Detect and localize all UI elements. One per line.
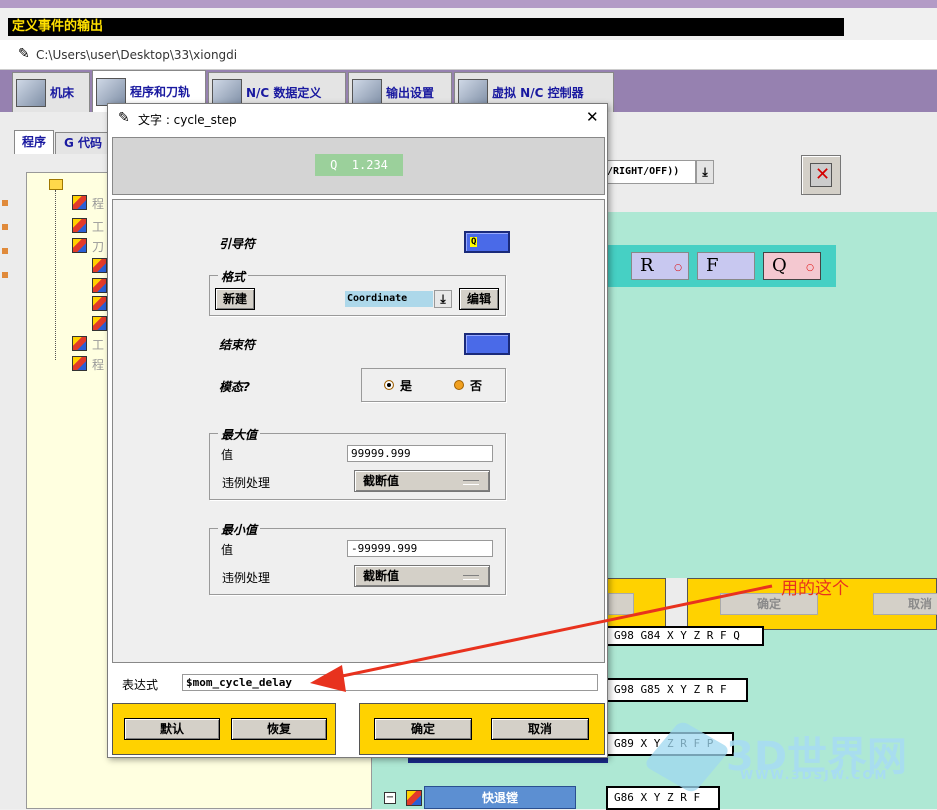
- tree-node-label[interactable]: 程: [92, 195, 104, 212]
- format-dropdown-button[interactable]: ⤓: [696, 160, 714, 184]
- event-quick-retract-boring[interactable]: 快退镗: [424, 786, 576, 809]
- max-violation-select[interactable]: 截断值: [354, 470, 490, 492]
- nc-code-line[interactable]: G86 X Y Z R F: [606, 786, 720, 810]
- expression-field[interactable]: $mom_cycle_delay: [182, 674, 598, 691]
- tree-node-label[interactable]: 工: [92, 218, 104, 235]
- trailer-field[interactable]: [464, 333, 510, 355]
- bg-title-bar: 定义事件的输出: [8, 18, 844, 36]
- red-dot-icon: ○: [806, 263, 814, 273]
- default-button[interactable]: 默认: [124, 718, 220, 740]
- tree-child-icon: [92, 258, 107, 273]
- format-dropdown-icon[interactable]: ⤓: [434, 290, 452, 308]
- leader-label: 引导符: [219, 237, 256, 251]
- modal-no-radio[interactable]: [454, 380, 464, 390]
- preview-panel: Q 1.234: [112, 137, 605, 195]
- tree-node-icon: [72, 238, 87, 253]
- subtab-program[interactable]: 程序: [14, 130, 54, 154]
- preview-text: Q 1.234: [315, 154, 403, 176]
- bg-path-bar: ✎ C:\Users\user\Desktop\33\xiongdi: [0, 40, 937, 70]
- tree-node-label[interactable]: 刀: [92, 238, 104, 255]
- bg-cancel-button[interactable]: 取消: [873, 593, 937, 615]
- dialog-title: 文字 : cycle_step: [138, 113, 237, 127]
- cycle-step-dialog: ✎ 文字 : cycle_step ✕ Q 1.234 引导符 Q 格式 新建 …: [107, 103, 608, 758]
- orange-edge-marks: [2, 200, 8, 280]
- min-value-label: 值: [221, 543, 234, 557]
- subtab-gcode[interactable]: G 代码: [55, 132, 111, 154]
- tree-child-icon: [92, 296, 107, 311]
- red-dot-icon: ○: [674, 263, 682, 273]
- modal-yes-radio[interactable]: [384, 380, 394, 390]
- max-violation-label: 违例处理: [222, 476, 271, 490]
- modal-label: 模态?: [219, 380, 250, 394]
- address-box-r[interactable]: R ○: [631, 252, 689, 280]
- close-icon[interactable]: ✕: [586, 108, 599, 126]
- modal-yes-label: 是: [400, 379, 413, 393]
- bg-top-strip: [0, 0, 937, 8]
- tree-node-icon: [72, 218, 87, 233]
- expression-label: 表达式: [122, 678, 159, 692]
- address-box-q[interactable]: Q ○: [763, 252, 821, 280]
- trash-icon[interactable]: ✕: [801, 155, 841, 195]
- watermark-url: WWW.3DSJW.COM: [740, 768, 889, 782]
- edit-format-button[interactable]: 编辑: [459, 288, 499, 310]
- machine-icon: [16, 78, 46, 107]
- format-selector[interactable]: /RIGHT/OFF)): [600, 160, 696, 184]
- feather-icon: ✎: [18, 46, 30, 62]
- tab-machine[interactable]: 机床: [12, 72, 90, 112]
- max-value-label: 值: [221, 448, 234, 462]
- bg-left-disabled-button[interactable]: [608, 593, 634, 615]
- modal-group: [361, 368, 506, 402]
- address-box-f[interactable]: F: [697, 252, 755, 280]
- event-icon: [406, 790, 422, 806]
- min-group-label: 最小值: [218, 521, 261, 538]
- program-icon: [96, 77, 126, 106]
- restore-button[interactable]: 恢复: [231, 718, 327, 740]
- min-violation-label: 违例处理: [222, 571, 271, 585]
- trailer-label: 结束符: [219, 338, 256, 352]
- tree-root-folder-icon: [49, 179, 63, 190]
- modal-no-label: 否: [470, 379, 483, 393]
- nc-code-line[interactable]: G98 G84 X Y Z R F Q: [606, 626, 764, 646]
- tree-node-label[interactable]: 程: [92, 356, 104, 373]
- nc-code-line[interactable]: G98 G85 X Y Z R F: [606, 678, 748, 702]
- tree-node-label[interactable]: 工: [92, 336, 104, 353]
- format-value-field[interactable]: Coordinate: [345, 291, 433, 307]
- max-value-field[interactable]: 99999.999: [347, 445, 493, 462]
- max-group-label: 最大值: [218, 426, 261, 443]
- min-violation-select[interactable]: 截断值: [354, 565, 490, 587]
- annotation-text: 用的这个: [781, 579, 849, 599]
- tree-child-icon: [92, 316, 107, 331]
- tree-line: [55, 190, 56, 360]
- bg-path-text: C:\Users\user\Desktop\33\xiongdi: [36, 48, 238, 62]
- tree-node-icon: [72, 336, 87, 351]
- feather-icon: ✎: [118, 110, 130, 126]
- new-format-button[interactable]: 新建: [215, 288, 255, 310]
- tree-node-icon: [72, 195, 87, 210]
- ok-button[interactable]: 确定: [374, 718, 472, 740]
- min-value-field[interactable]: -99999.999: [347, 540, 493, 557]
- cancel-button[interactable]: 取消: [491, 718, 589, 740]
- collapse-box-icon[interactable]: −: [384, 792, 396, 804]
- leader-field[interactable]: Q: [464, 231, 510, 253]
- tree-child-icon: [92, 278, 107, 293]
- format-group-label: 格式: [218, 268, 249, 285]
- tree-node-icon: [72, 356, 87, 371]
